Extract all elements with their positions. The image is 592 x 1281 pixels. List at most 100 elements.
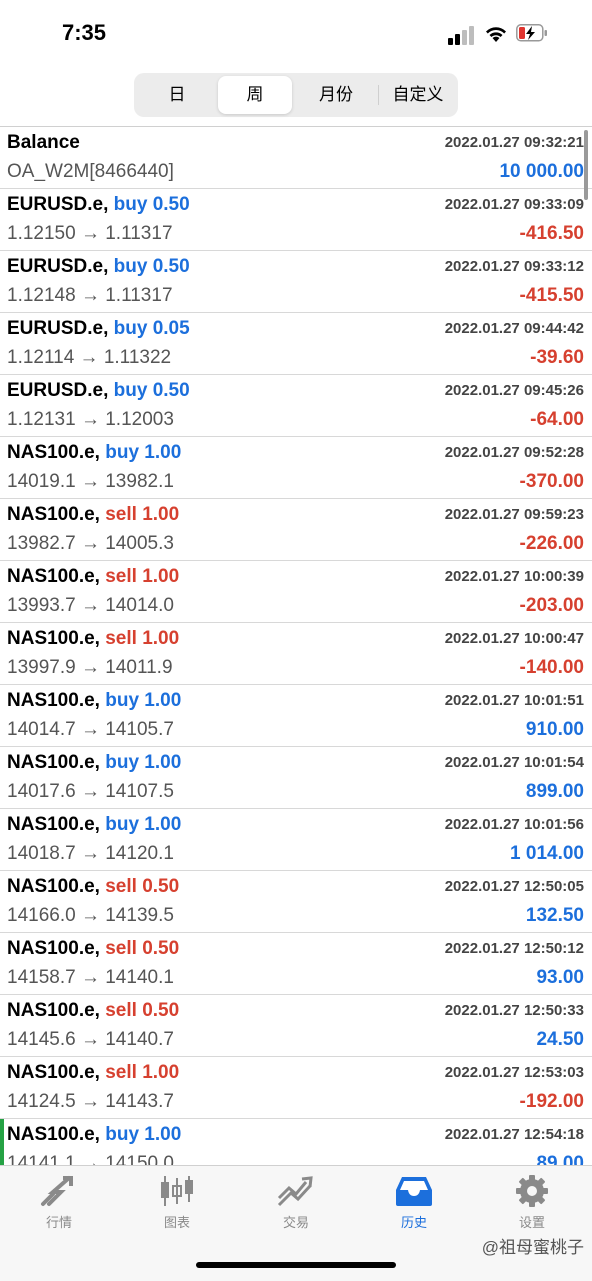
price-range: 13982.7 → 14005.3 [7,533,174,554]
trade-row[interactable]: NAS100.e, sell 0.50 14158.7 → 14140.1 2022… [0,933,592,995]
side-volume-label: sell 0.50 [105,1000,180,1021]
segment-custom[interactable]: 自定义 [380,76,456,114]
side-volume-label: buy 1.00 [105,814,182,835]
trade-title: EURUSD.e, buy 0.50 [7,256,190,278]
trade-row[interactable]: NAS100.e, sell 0.50 14166.0 → 14139.5 2022… [0,871,592,933]
symbol-label: EURUSD.e, [7,194,109,215]
account-label: OA_W2M[8466440] [7,161,174,182]
symbol-label: NAS100.e, [7,938,100,959]
trade-row[interactable]: NAS100.e, sell 1.00 14124.5 → 14143.7 2022… [0,1057,592,1119]
price-range: 14124.5 → 14143.7 [7,1091,174,1112]
side-volume-label: buy 1.00 [105,752,182,773]
profit-value: -370.00 [519,471,584,492]
side-volume-label: buy 1.00 [105,690,182,711]
side-volume-label: sell 1.00 [105,628,180,649]
symbol-label: NAS100.e, [7,1124,100,1145]
wifi-icon [486,27,506,42]
price-range: 1.12114 → 1.11322 [7,347,172,368]
segment-week[interactable]: 周 [218,76,292,114]
trade-title: EURUSD.e, buy 0.50 [7,380,190,402]
settings-icon [516,1175,548,1207]
profit-value: 93.00 [536,967,584,988]
trade-datetime: 2022.01.27 09:33:09 [444,196,584,213]
symbol-label: NAS100.e, [7,814,100,835]
tab-quotes[interactable]: 行情 [9,1174,109,1234]
scrollbar[interactable] [584,130,588,200]
trade-title: NAS100.e, sell 0.50 [7,938,179,960]
profit-value: -226.00 [519,533,584,554]
balance-row[interactable]: Balance OA_W2M[8466440] 2022.01.27 09:32… [0,127,592,189]
trade-datetime: 2022.01.27 10:01:51 [444,692,584,709]
trade-row[interactable]: NAS100.e, sell 1.00 13997.9 → 14011.9 2022… [0,623,592,685]
tab-history-label: 历史 [400,1215,427,1230]
segment-day[interactable]: 日 [138,76,216,114]
symbol-label: NAS100.e, [7,566,100,587]
price-range: 14017.6 → 14107.5 [7,781,174,802]
side-volume-label: buy 1.00 [105,1124,182,1145]
profit-value: 132.50 [525,905,584,926]
trade-row[interactable]: NAS100.e, buy 1.00 14019.1 → 13982.1 2022.… [0,437,592,499]
trade-row[interactable]: NAS100.e, sell 1.00 13993.7 → 14014.0 2022… [0,561,592,623]
profit-value: -415.50 [519,285,584,306]
trade-title: NAS100.e, buy 1.00 [7,752,181,774]
symbol-label: EURUSD.e, [7,256,109,277]
cellular-signal-icon [448,25,476,45]
side-volume-label: buy 0.05 [113,318,190,339]
side-volume-label: sell 1.00 [105,566,180,587]
symbol-label: NAS100.e, [7,752,100,773]
trade-title: NAS100.e, sell 1.00 [7,1062,179,1084]
trade-row[interactable]: EURUSD.e, buy 0.05 1.12114 → 1.11322 2022.… [0,313,592,375]
profit-value: -203.00 [519,595,584,616]
trade-row[interactable]: NAS100.e, sell 0.50 14145.6 → 14140.7 2022… [0,995,592,1057]
trade-datetime: 2022.01.27 09:45:26 [444,382,584,399]
battery-icon [516,24,547,42]
trade-title: NAS100.e, sell 0.50 [7,876,179,898]
trade-row[interactable]: NAS100.e, buy 1.00 14018.7 → 14120.1 2022.… [0,809,592,871]
price-range: 13997.9 → 14011.9 [7,657,173,678]
tab-chart[interactable]: 图表 [127,1174,227,1234]
symbol-label: NAS100.e, [7,1000,100,1021]
profit-value: 24.50 [536,1029,584,1050]
trade-datetime: 2022.01.27 09:52:28 [444,444,584,461]
symbol-label: NAS100.e, [7,876,100,897]
trade-datetime: 2022.01.27 12:53:03 [444,1064,584,1081]
status-bar: 7:35 [0,0,592,66]
history-list[interactable]: Balance OA_W2M[8466440] 2022.01.27 09:32… [0,127,592,1165]
segment-month[interactable]: 月份 [294,76,378,114]
trade-datetime: 2022.01.27 12:50:33 [444,1002,584,1019]
trade-title: NAS100.e, sell 1.00 [7,504,179,526]
profit-value: -416.50 [519,223,584,244]
trade-datetime: 2022.01.27 12:50:12 [444,940,584,957]
trade-row[interactable]: NAS100.e, buy 1.00 14014.7 → 14105.7 2022.… [0,685,592,747]
trade-title: NAS100.e, buy 1.00 [7,1124,181,1146]
trade-row[interactable]: NAS100.e, sell 1.00 13982.7 → 14005.3 2022… [0,499,592,561]
tab-settings[interactable]: 设置 [482,1174,582,1234]
trade-title: NAS100.e, sell 1.00 [7,566,179,588]
trade-datetime: 2022.01.27 10:01:54 [444,754,584,771]
trade-datetime: 2022.01.27 12:50:05 [444,878,584,895]
side-volume-label: sell 1.00 [105,504,180,525]
symbol-label: NAS100.e, [7,628,100,649]
trade-row[interactable]: NAS100.e, buy 1.00 14141.1 → 14150.0 2022.… [0,1119,592,1165]
price-range: 14158.7 → 14140.1 [7,967,174,988]
price-range: 13993.7 → 14014.0 [7,595,174,616]
tab-history[interactable]: 历史 [364,1174,464,1234]
tab-settings-label: 设置 [518,1215,545,1230]
trade-title: NAS100.e, sell 1.00 [7,628,179,650]
side-volume-label: buy 0.50 [113,256,190,277]
side-volume-label: sell 0.50 [105,938,180,959]
status-time: 7:35 [62,20,107,45]
trade-title: EURUSD.e, buy 0.05 [7,318,190,340]
symbol-label: EURUSD.e, [7,380,109,401]
trade-row[interactable]: EURUSD.e, buy 0.50 1.12131 → 1.12003 2022.… [0,375,592,437]
trade-row[interactable]: NAS100.e, buy 1.00 14017.6 → 14107.5 2022.… [0,747,592,809]
side-volume-label: buy 1.00 [105,442,182,463]
trade-title: EURUSD.e, buy 0.50 [7,194,190,216]
trade-row[interactable]: EURUSD.e, buy 0.50 1.12150 → 1.11317 2022.… [0,189,592,251]
quotes-icon [41,1176,73,1206]
trade-row[interactable]: EURUSD.e, buy 0.50 1.12148 → 1.11317 2022.… [0,251,592,313]
trade-title: NAS100.e, sell 0.50 [7,1000,179,1022]
tab-trade[interactable]: 交易 [246,1174,346,1234]
trade-title: NAS100.e, buy 1.00 [7,690,181,712]
profit-value: -192.00 [519,1091,584,1112]
